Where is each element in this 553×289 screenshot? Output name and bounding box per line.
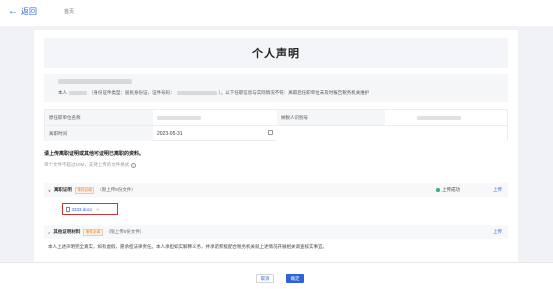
back-arrow-icon: ← [8, 5, 18, 17]
leave-date-field[interactable]: 2023-05-31 [153, 126, 277, 141]
upload-status: 上传成功 [436, 187, 460, 193]
chevron-down-icon[interactable]: ∨ [48, 188, 51, 193]
info-table: 原任职单位名称 纳税人识别号 离职时间 2023-05-31 [44, 109, 508, 141]
declaration-box: 本人 （身份证件类型：居民身份证，证件号码： ），以下任职信息与实际情况不符：离职后… [44, 74, 508, 102]
calendar-icon[interactable] [268, 130, 273, 135]
declaration-text: 本人 （身份证件类型：居民身份证，证件号码： ），以下任职信息与实际情况不符：离职后… [58, 90, 370, 95]
required-tag: 条件必填 [83, 228, 103, 236]
back-link[interactable]: ← 返回 [8, 6, 37, 17]
title-bar: 个人声明 [44, 38, 508, 68]
upload-hint: 单个文件不超过10M，支持上传的文件格式 i [44, 162, 137, 168]
doc-row-leave-certificate[interactable]: ∨ 离职证明 条件必填 （限上传5份文件） 上传成功 上传 [44, 183, 508, 197]
back-label: 返回 [21, 7, 37, 16]
upload-section-title: 请上传离职证明或其他可证明已离职的资料。 [44, 151, 145, 157]
file-name[interactable]: 3333.docx [72, 207, 93, 212]
page-title: 个人声明 [252, 48, 300, 60]
remove-file-icon[interactable]: × [96, 207, 99, 212]
file-icon [66, 206, 70, 212]
doc-title: 离职证明 [53, 187, 72, 192]
chevron-right-icon[interactable]: > [48, 230, 50, 235]
doc-row-other-materials[interactable]: > 其他证明材料 条件必填 （限上传5份文件） 上传 [44, 225, 508, 239]
employer-value [153, 110, 277, 125]
breadcrumb[interactable]: 首页 [64, 8, 74, 15]
empty-cell [277, 126, 507, 141]
success-dot-icon [436, 188, 440, 192]
top-bar: ← 返回 首页 [0, 0, 553, 26]
footer-bar: 取消 确定 [0, 262, 553, 289]
info-icon[interactable]: i [131, 162, 137, 168]
leave-date-label: 离职时间 [45, 126, 153, 141]
file-list: 3333.docx × [44, 198, 508, 220]
taxpayer-id-label: 纳税人识别号 [277, 110, 385, 125]
leave-date-value: 2023-05-31 [157, 130, 183, 137]
confirm-button[interactable]: 确定 [286, 274, 304, 283]
doc-title: 其他证明材料 [53, 229, 81, 234]
file-item[interactable]: 3333.docx × [62, 203, 118, 215]
cancel-button[interactable]: 取消 [256, 274, 274, 283]
required-tag: 条件必填 [74, 186, 95, 194]
doc-note: （限上传5份文件） [105, 229, 145, 234]
redacted-company-name [58, 79, 132, 84]
form-card: 个人声明 本人 （身份证件类型：居民身份证，证件号码： ），以下任职信息与实际情况不… [34, 30, 518, 262]
doc-note: （限上传5份文件） [97, 187, 136, 192]
statement-text: 本人上述声明完全真实，如有虚假，愿承担法律责任。本人承担如实解释义务，并承诺积极… [48, 244, 327, 249]
upload-button[interactable]: 上传 [493, 187, 502, 193]
upload-button[interactable]: 上传 [493, 229, 502, 235]
taxpayer-id-value [385, 110, 507, 125]
employer-label: 原任职单位名称 [45, 110, 153, 125]
redacted-id-number [176, 90, 217, 95]
redacted-name [69, 90, 87, 95]
